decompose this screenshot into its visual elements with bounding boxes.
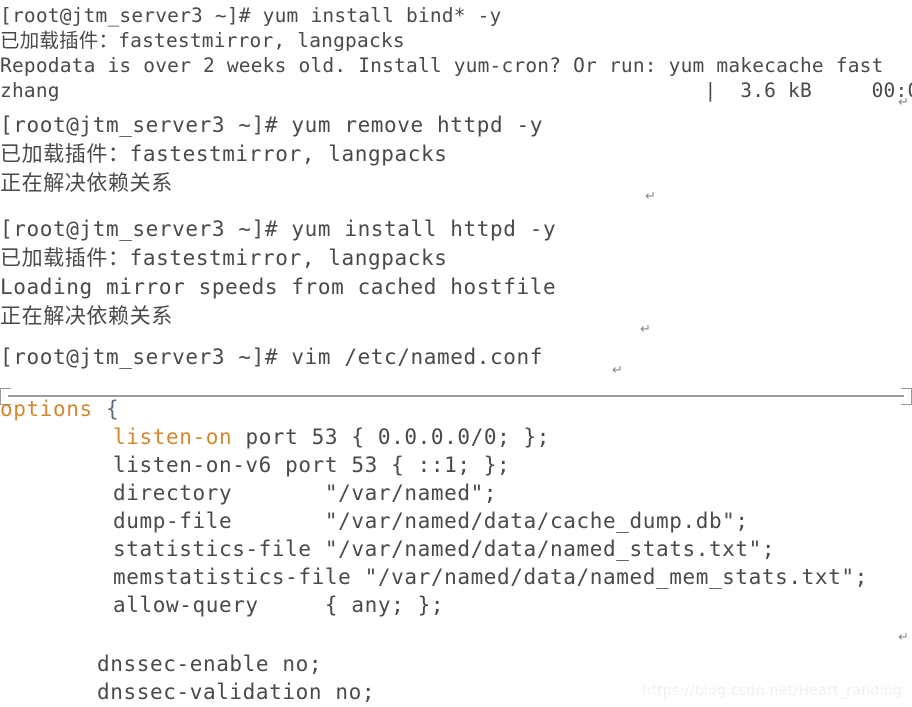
terminal-line: 已加载插件：fastestmirror, langpacks	[0, 29, 405, 52]
return-mark-icon: ↵	[898, 95, 909, 110]
config-line: statistics-file "/var/named/data/named_s…	[0, 535, 775, 564]
config-text: listen-on-v6 port 53 { ::1; };	[113, 453, 511, 477]
config-line: listen-on-v6 port 53 { ::1; };	[0, 451, 510, 480]
terminal-line: [root@jtm_server3 ~]# vim /etc/named.con…	[0, 345, 543, 369]
return-mark-icon: ↵	[898, 630, 909, 645]
terminal-line: Loading mirror speeds from cached hostfi…	[0, 275, 557, 299]
config-line: listen-on port 53 { 0.0.0.0/0; };	[0, 423, 550, 452]
divider-cap-right	[901, 388, 912, 405]
config-line: dnssec-enable no;	[0, 650, 322, 679]
config-text: port 53 { 0.0.0.0/0; };	[232, 425, 551, 449]
config-line: memstatistics-file "/var/named/data/name…	[0, 563, 868, 592]
config-text: dump-file "/var/named/data/cache_dump.db…	[113, 509, 749, 533]
terminal-line: 正在解决依赖关系	[0, 171, 173, 195]
terminal-line: [root@jtm_server3 ~]# yum remove httpd -…	[0, 113, 543, 137]
config-line: allow-query { any; };	[0, 591, 444, 620]
config-text: statistics-file "/var/named/data/named_s…	[113, 537, 776, 561]
config-text: allow-query { any; };	[113, 593, 445, 617]
config-keyword: listen-on	[113, 425, 233, 449]
config-line: dump-file "/var/named/data/cache_dump.db…	[0, 507, 749, 536]
terminal-line: zhang | 3.6 kB 00:00	[0, 79, 912, 102]
terminal-line: 已加载插件：fastestmirror, langpacks	[0, 246, 448, 270]
config-text	[93, 397, 106, 421]
watermark: https://blog.csdn.net/Heart_randing	[642, 683, 902, 699]
terminal-line: 已加载插件：fastestmirror, langpacks	[0, 142, 448, 166]
config-brace: {	[105, 397, 120, 421]
return-mark-icon: ↵	[640, 322, 651, 337]
divider-rule	[8, 395, 904, 397]
config-text: directory "/var/named";	[113, 481, 498, 505]
return-mark-icon: ↵	[612, 363, 623, 378]
config-line: dnssec-validation no;	[0, 678, 375, 707]
config-text: dnssec-validation no;	[97, 680, 376, 704]
terminal-line: [root@jtm_server3 ~]# yum install bind* …	[0, 4, 502, 27]
terminal-line: [root@jtm_server3 ~]# yum install httpd …	[0, 217, 557, 241]
config-line: options {	[0, 395, 119, 424]
config-keyword: options	[0, 397, 93, 421]
config-text: memstatistics-file "/var/named/data/name…	[113, 565, 868, 589]
terminal-line: 正在解决依赖关系	[0, 304, 173, 328]
section-divider	[0, 385, 912, 407]
config-line: directory "/var/named";	[0, 479, 497, 508]
return-mark-icon: ↵	[645, 189, 656, 204]
config-text: dnssec-enable no;	[97, 652, 323, 676]
terminal-line: Repodata is over 2 weeks old. Install yu…	[0, 54, 884, 77]
